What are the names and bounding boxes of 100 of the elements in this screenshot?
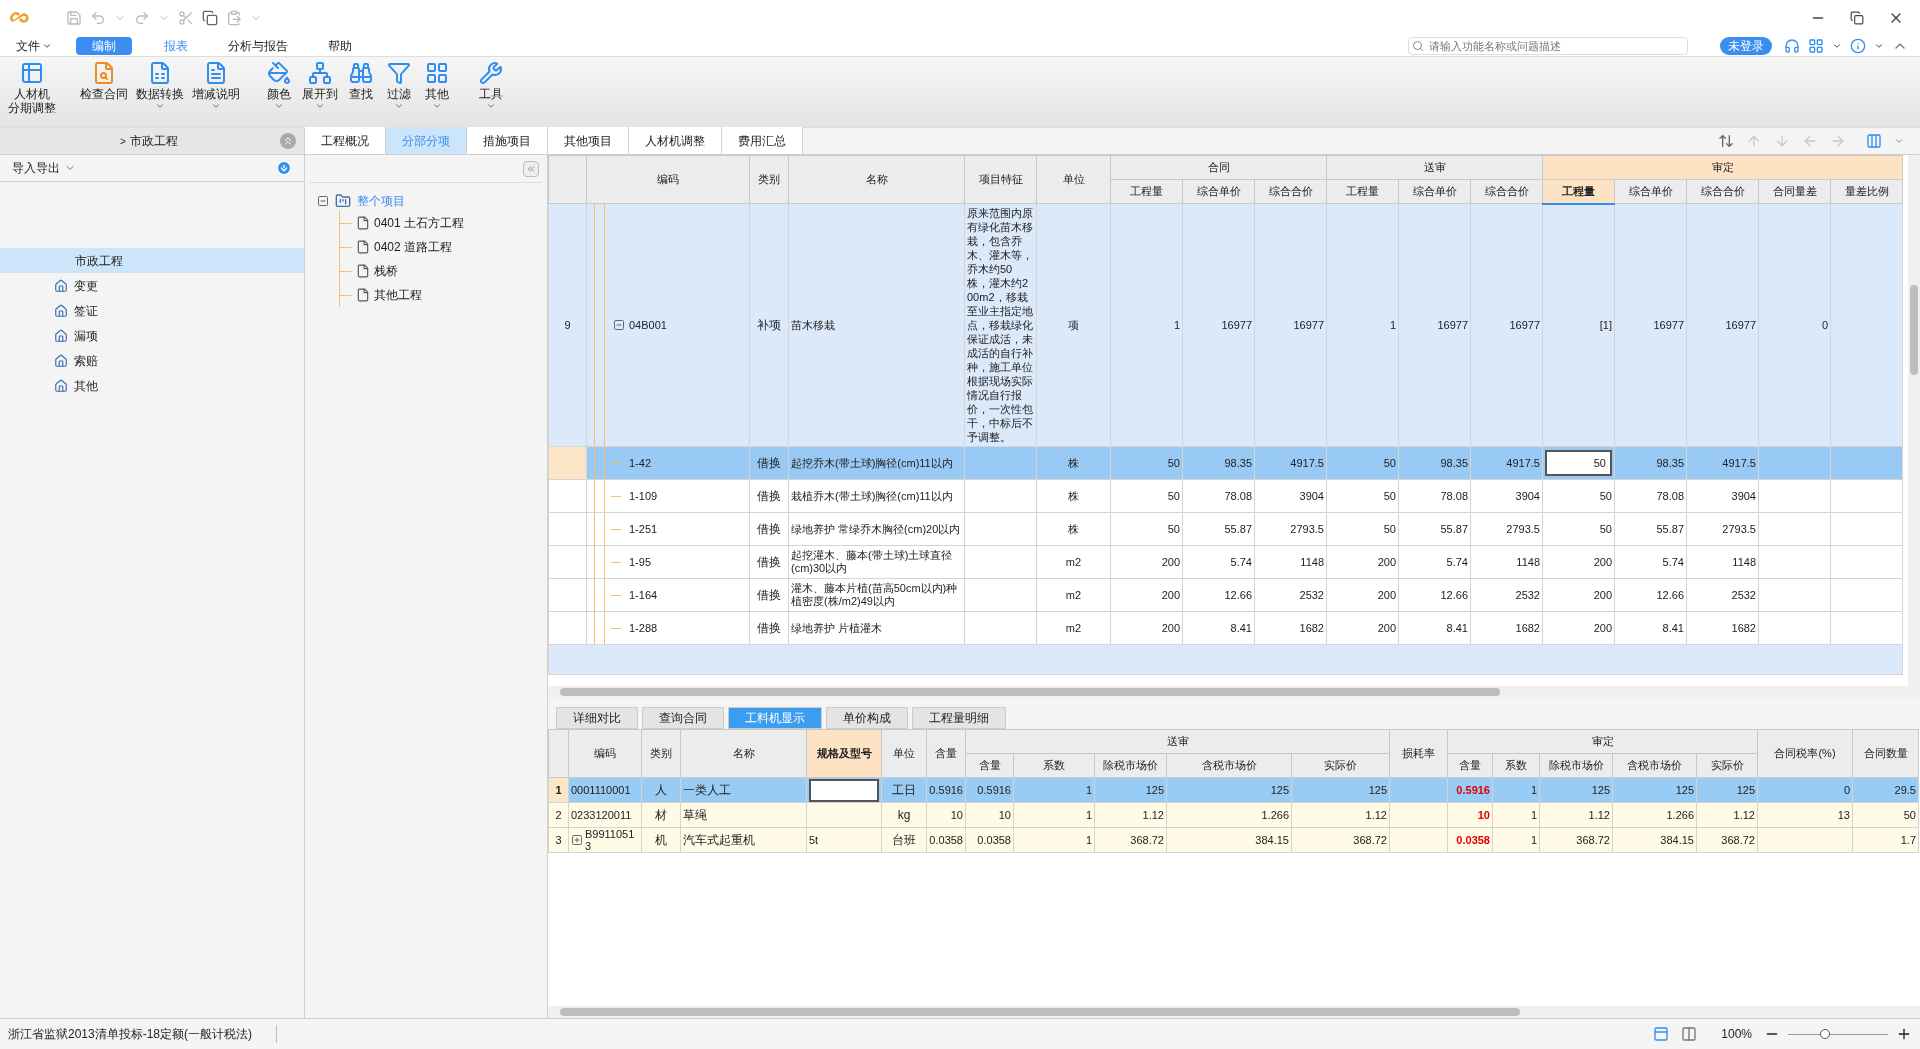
apps-grid-icon[interactable] xyxy=(1808,38,1824,54)
layout-icon[interactable] xyxy=(1653,1026,1670,1042)
project-tree-item[interactable]: 签证 xyxy=(0,298,304,323)
table-cell: 4917.5 xyxy=(1722,456,1756,469)
table-cell: 16977 xyxy=(1221,318,1252,331)
ribbon-button[interactable]: 展开到 xyxy=(298,61,342,101)
ribbon-button[interactable]: 工具 xyxy=(472,61,510,101)
breadcrumb[interactable]: 市政工程 xyxy=(129,132,178,150)
ribbon-button[interactable]: 检查合同 xyxy=(76,61,132,101)
project-tree-item[interactable]: 市政工程 xyxy=(0,248,304,273)
column-header[interactable]: 单位 xyxy=(881,729,927,778)
caret-icon[interactable] xyxy=(274,101,284,111)
zoom-slider[interactable] xyxy=(1788,1028,1888,1040)
collapse-panel-icon[interactable] xyxy=(523,160,539,177)
ribbon-button[interactable]: 查找 xyxy=(342,61,380,101)
tab[interactable]: 详细对比 xyxy=(556,707,638,729)
caret-icon[interactable] xyxy=(315,101,325,111)
column-header[interactable]: 类别 xyxy=(749,155,789,204)
project-tree-item[interactable]: 索赔 xyxy=(0,348,304,373)
restore-icon[interactable] xyxy=(1850,11,1864,25)
table-cell: 0.5916 xyxy=(1456,783,1490,796)
slider-thumb[interactable] xyxy=(1820,1029,1830,1039)
info-icon[interactable] xyxy=(1850,38,1866,54)
ribbon-button[interactable]: 其他 xyxy=(418,61,456,101)
tab[interactable]: 措施项目 xyxy=(467,127,548,154)
import-export-dropdown[interactable]: 导入导出 xyxy=(12,159,60,177)
collapse-icon[interactable] xyxy=(613,319,625,331)
tree-item[interactable]: 其他工程 xyxy=(374,286,422,304)
sort-icon[interactable] xyxy=(1718,132,1734,149)
quantity-input[interactable]: 50 xyxy=(1545,450,1612,476)
project-tree-item[interactable]: 其他 xyxy=(0,373,304,398)
column-header[interactable]: 实际价 xyxy=(1291,753,1390,778)
ribbon-button[interactable]: 人材机 分期调整 xyxy=(4,61,60,115)
cut-icon[interactable] xyxy=(178,10,194,26)
column-header[interactable]: 名称 xyxy=(788,155,965,204)
undo-icon[interactable] xyxy=(90,10,106,26)
table-cell: 灌木、藤本片植(苗高50cm以内)种植密度(株/m2)49以内 xyxy=(791,582,958,607)
column-header[interactable]: 合同数量 xyxy=(1852,729,1919,778)
column-header[interactable]: 合同税率(%) xyxy=(1757,729,1853,778)
caret-icon[interactable] xyxy=(155,101,165,111)
caret-icon[interactable] xyxy=(486,101,496,111)
tab[interactable]: 单价构成 xyxy=(826,707,908,729)
menu-tab[interactable]: 分析与报告 xyxy=(220,37,296,55)
table-cell: 1.12 xyxy=(1588,808,1610,821)
table-cell: 机 xyxy=(655,833,667,847)
paste-icon[interactable] xyxy=(226,10,242,26)
table-cell: 0.0358 xyxy=(1456,833,1490,846)
column-header[interactable]: 规格及型号 xyxy=(806,729,882,778)
column-settings-icon[interactable] xyxy=(1866,132,1882,149)
menu-tab[interactable]: 帮助 xyxy=(320,37,360,55)
project-tree-item[interactable]: 变更 xyxy=(0,273,304,298)
tree-item[interactable]: 0401 土石方工程 xyxy=(374,214,465,232)
column-header[interactable]: 编码 xyxy=(586,155,750,204)
tree-item[interactable]: 0402 道路工程 xyxy=(374,238,453,256)
search-field[interactable]: 请输入功能名称或问题描述 xyxy=(1408,37,1688,55)
caret-icon[interactable] xyxy=(432,101,442,111)
ribbon-button[interactable]: 颜色 xyxy=(260,61,298,101)
column-header[interactable]: 含量 xyxy=(926,729,966,778)
project-tree-item[interactable]: 漏项 xyxy=(0,323,304,348)
tab[interactable]: 工程概况 xyxy=(305,127,386,154)
ribbon-button[interactable]: 过滤 xyxy=(380,61,418,101)
download-icon[interactable] xyxy=(276,160,292,176)
tree-item[interactable]: 栈桥 xyxy=(374,262,398,280)
column-header[interactable]: 项目特征 xyxy=(964,155,1037,204)
ribbon-button[interactable]: 增减说明 xyxy=(188,61,244,101)
column-header[interactable]: 名称 xyxy=(680,729,807,778)
horizontal-scrollbar[interactable] xyxy=(548,1006,1920,1018)
ribbon-button[interactable]: 数据转换 xyxy=(132,61,188,101)
caret-icon[interactable] xyxy=(211,101,221,111)
redo-icon[interactable] xyxy=(134,10,150,26)
hierarchy-icon xyxy=(308,61,332,85)
tab[interactable]: 查询合同 xyxy=(642,707,724,729)
vertical-scrollbar[interactable] xyxy=(1908,155,1920,686)
column-header[interactable]: 编码 xyxy=(568,729,642,778)
split-view-icon[interactable] xyxy=(1681,1026,1698,1042)
menu-tab[interactable]: 报表 xyxy=(156,37,196,55)
horizontal-scrollbar[interactable] xyxy=(548,686,1920,698)
tab[interactable]: 其他项目 xyxy=(548,127,629,154)
headset-icon[interactable] xyxy=(1784,38,1800,54)
zoom-in-icon[interactable] xyxy=(1896,1026,1912,1042)
tab[interactable]: 人材机调整 xyxy=(629,127,722,154)
caret-icon[interactable] xyxy=(42,41,52,51)
column-header[interactable]: 单位 xyxy=(1036,155,1111,204)
spec-input[interactable] xyxy=(809,778,879,802)
menu-tab[interactable]: 文件 xyxy=(8,37,48,55)
caret-icon[interactable] xyxy=(1874,41,1884,51)
collapse-icon[interactable] xyxy=(317,195,329,207)
table-cell: 栽植乔木(带土球)胸径(cm)11以内 xyxy=(791,489,953,502)
save-icon[interactable] xyxy=(66,10,82,26)
expand-icon[interactable] xyxy=(571,834,583,846)
copy-icon[interactable] xyxy=(202,10,218,26)
tab[interactable]: 工程量明细 xyxy=(912,707,1006,729)
caret-icon[interactable] xyxy=(394,101,404,111)
column-header[interactable]: 类别 xyxy=(641,729,681,778)
tab[interactable]: 费用汇总 xyxy=(722,127,803,154)
table-cell: 借换 xyxy=(757,489,781,503)
column-header[interactable]: 损耗率 xyxy=(1389,729,1448,778)
table-cell: 1 xyxy=(1085,808,1092,821)
caret-icon[interactable] xyxy=(1832,41,1842,51)
column-header[interactable]: 含税市场价 xyxy=(1166,753,1292,778)
